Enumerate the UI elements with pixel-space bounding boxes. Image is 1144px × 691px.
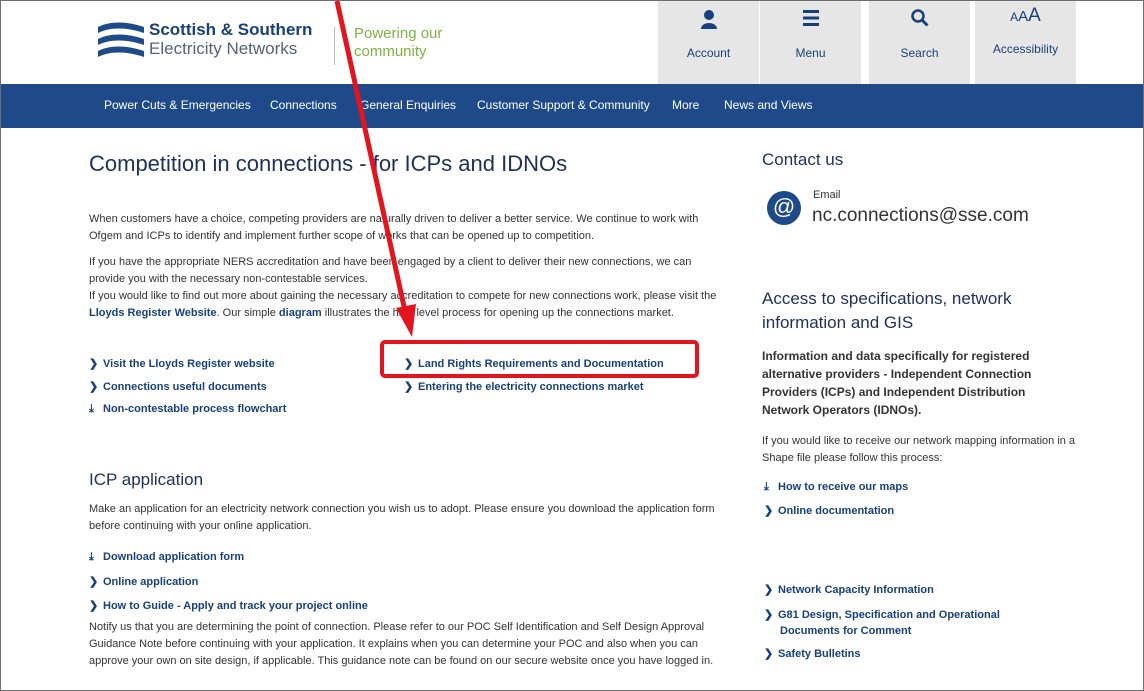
ners-paragraph: If you have the appropriate NERS accredi…: [89, 256, 692, 285]
link-label: Visit the Lloyds Register website: [103, 358, 275, 370]
menu-button[interactable]: Menu: [760, 1, 861, 84]
contact-us-title: Contact us: [762, 150, 844, 169]
diagram-link[interactable]: diagram: [279, 307, 322, 319]
entering-market-link[interactable]: ❯ Entering the electricity connections ma…: [404, 380, 644, 393]
accreditation-text-mid: . Our simple: [216, 307, 279, 319]
non-contestable-flowchart-link[interactable]: ⤓ Non-contestable process flowchart: [89, 403, 286, 416]
link-label: Entering the electricity connections mar…: [418, 381, 644, 393]
nav-general-enquiries[interactable]: General Enquiries: [360, 98, 456, 112]
nav-customer-support[interactable]: Customer Support & Community: [477, 98, 650, 112]
link-label: G81 Design, Specification and Operationa…: [778, 609, 1000, 637]
email-address-link[interactable]: nc.connections@sse.com: [812, 205, 1029, 227]
link-label: Download application form: [103, 551, 245, 563]
receive-maps-link[interactable]: ⤓ How to receive our maps: [764, 481, 908, 494]
how-to-guide-link[interactable]: ❯ How to Guide - Apply and track your pro…: [89, 599, 368, 612]
accreditation-text-post: illustrates the high level process for o…: [321, 307, 674, 319]
accreditation-paragraph: If you would like to find out more about…: [89, 288, 719, 322]
menu-label: Menu: [795, 46, 826, 60]
chevron-right-icon: ❯: [764, 584, 774, 596]
nav-connections[interactable]: Connections: [270, 98, 337, 112]
notify-paragraph: Notify us that you are determining the p…: [89, 621, 714, 667]
hamburger-icon: [760, 1, 861, 33]
link-label: Network Capacity Information: [778, 584, 934, 596]
email-label: Email: [813, 189, 841, 201]
download-application-form-link[interactable]: ⤓ Download application form: [89, 551, 244, 564]
email-icon: @: [767, 191, 801, 225]
page: Scottish & Southern Electricity Networks…: [0, 0, 1144, 691]
search-button[interactable]: Search: [869, 1, 970, 84]
brand-subtitle: Electricity Networks: [149, 39, 298, 58]
search-icon: [869, 1, 970, 33]
nav-news-and-views[interactable]: News and Views: [724, 98, 813, 112]
network-capacity-link[interactable]: ❯ Network Capacity Information: [764, 583, 934, 596]
page-title: Competition in connections - for ICPs an…: [89, 151, 568, 176]
online-documentation-link[interactable]: ❯ Online documentation: [764, 504, 894, 517]
chevron-right-icon: ❯: [89, 381, 99, 393]
text-size-glyph: A: [1010, 10, 1019, 24]
access-specifications-title: Access to specifications, network inform…: [762, 289, 1012, 332]
intro-paragraph: When customers have a choice, competing …: [89, 213, 699, 242]
user-icon: [658, 1, 759, 33]
brand-name: Scottish & Southern: [149, 20, 313, 39]
access-intro-bold: Information and data specifically for re…: [762, 349, 1032, 417]
chevron-right-icon: ❯: [764, 648, 774, 660]
download-icon: ⤓: [764, 481, 769, 493]
link-label: How to Guide - Apply and track your proj…: [103, 600, 368, 612]
link-label: Safety Bulletins: [778, 648, 861, 660]
download-icon: ⤓: [89, 551, 94, 563]
text-size-icon: AAA: [1010, 5, 1041, 26]
icp-application-title: ICP application: [89, 470, 204, 489]
search-label: Search: [900, 46, 939, 60]
accreditation-text-pre: If you would like to find out more about…: [89, 290, 717, 302]
accessibility-label: Accessibility: [992, 42, 1059, 56]
accessibility-button[interactable]: AAA Accessibility: [975, 1, 1076, 84]
icp-paragraph: Make an application for an electricity n…: [89, 503, 715, 532]
link-label: Connections useful documents: [103, 381, 267, 393]
nav-power-cuts[interactable]: Power Cuts & Emergencies: [104, 98, 251, 112]
access-paragraph: If you would like to receive our network…: [762, 435, 1076, 464]
download-icon: ⤓: [89, 403, 94, 415]
connections-documents-link[interactable]: ❯ Connections useful documents: [89, 380, 267, 393]
chevron-right-icon: ❯: [89, 358, 99, 370]
account-button[interactable]: Account: [658, 1, 759, 84]
main-nav: Power Cuts & Emergencies Connections Gen…: [1, 84, 1143, 128]
safety-bulletins-link[interactable]: ❯ Safety Bulletins: [764, 647, 861, 660]
lloyds-register-link[interactable]: Lloyds Register Website: [89, 307, 217, 319]
online-application-link[interactable]: ❯ Online application: [89, 575, 198, 588]
link-label: Online documentation: [778, 505, 895, 517]
account-label: Account: [686, 46, 731, 60]
chevron-right-icon: ❯: [89, 576, 99, 588]
site-header: Scottish & Southern Electricity Networks…: [1, 1, 1143, 84]
chevron-right-icon: ❯: [89, 600, 99, 612]
link-label: Non-contestable process flowchart: [103, 403, 287, 415]
sse-logo[interactable]: [96, 19, 146, 65]
lloyds-register-website-link[interactable]: ❯ Visit the Lloyds Register website: [89, 357, 275, 370]
annotation-highlight-box: [380, 340, 699, 378]
brand-divider: [334, 27, 335, 65]
link-label: Online application: [103, 576, 199, 588]
chevron-right-icon: ❯: [404, 381, 414, 393]
tagline: Powering our community: [354, 25, 443, 60]
chevron-right-icon: ❯: [764, 609, 774, 621]
nav-more[interactable]: More: [672, 98, 699, 112]
link-label: How to receive our maps: [778, 481, 909, 493]
chevron-right-icon: ❯: [764, 505, 774, 517]
g81-design-link[interactable]: ❯ G81 Design, Specification and Operation…: [764, 607, 1014, 639]
